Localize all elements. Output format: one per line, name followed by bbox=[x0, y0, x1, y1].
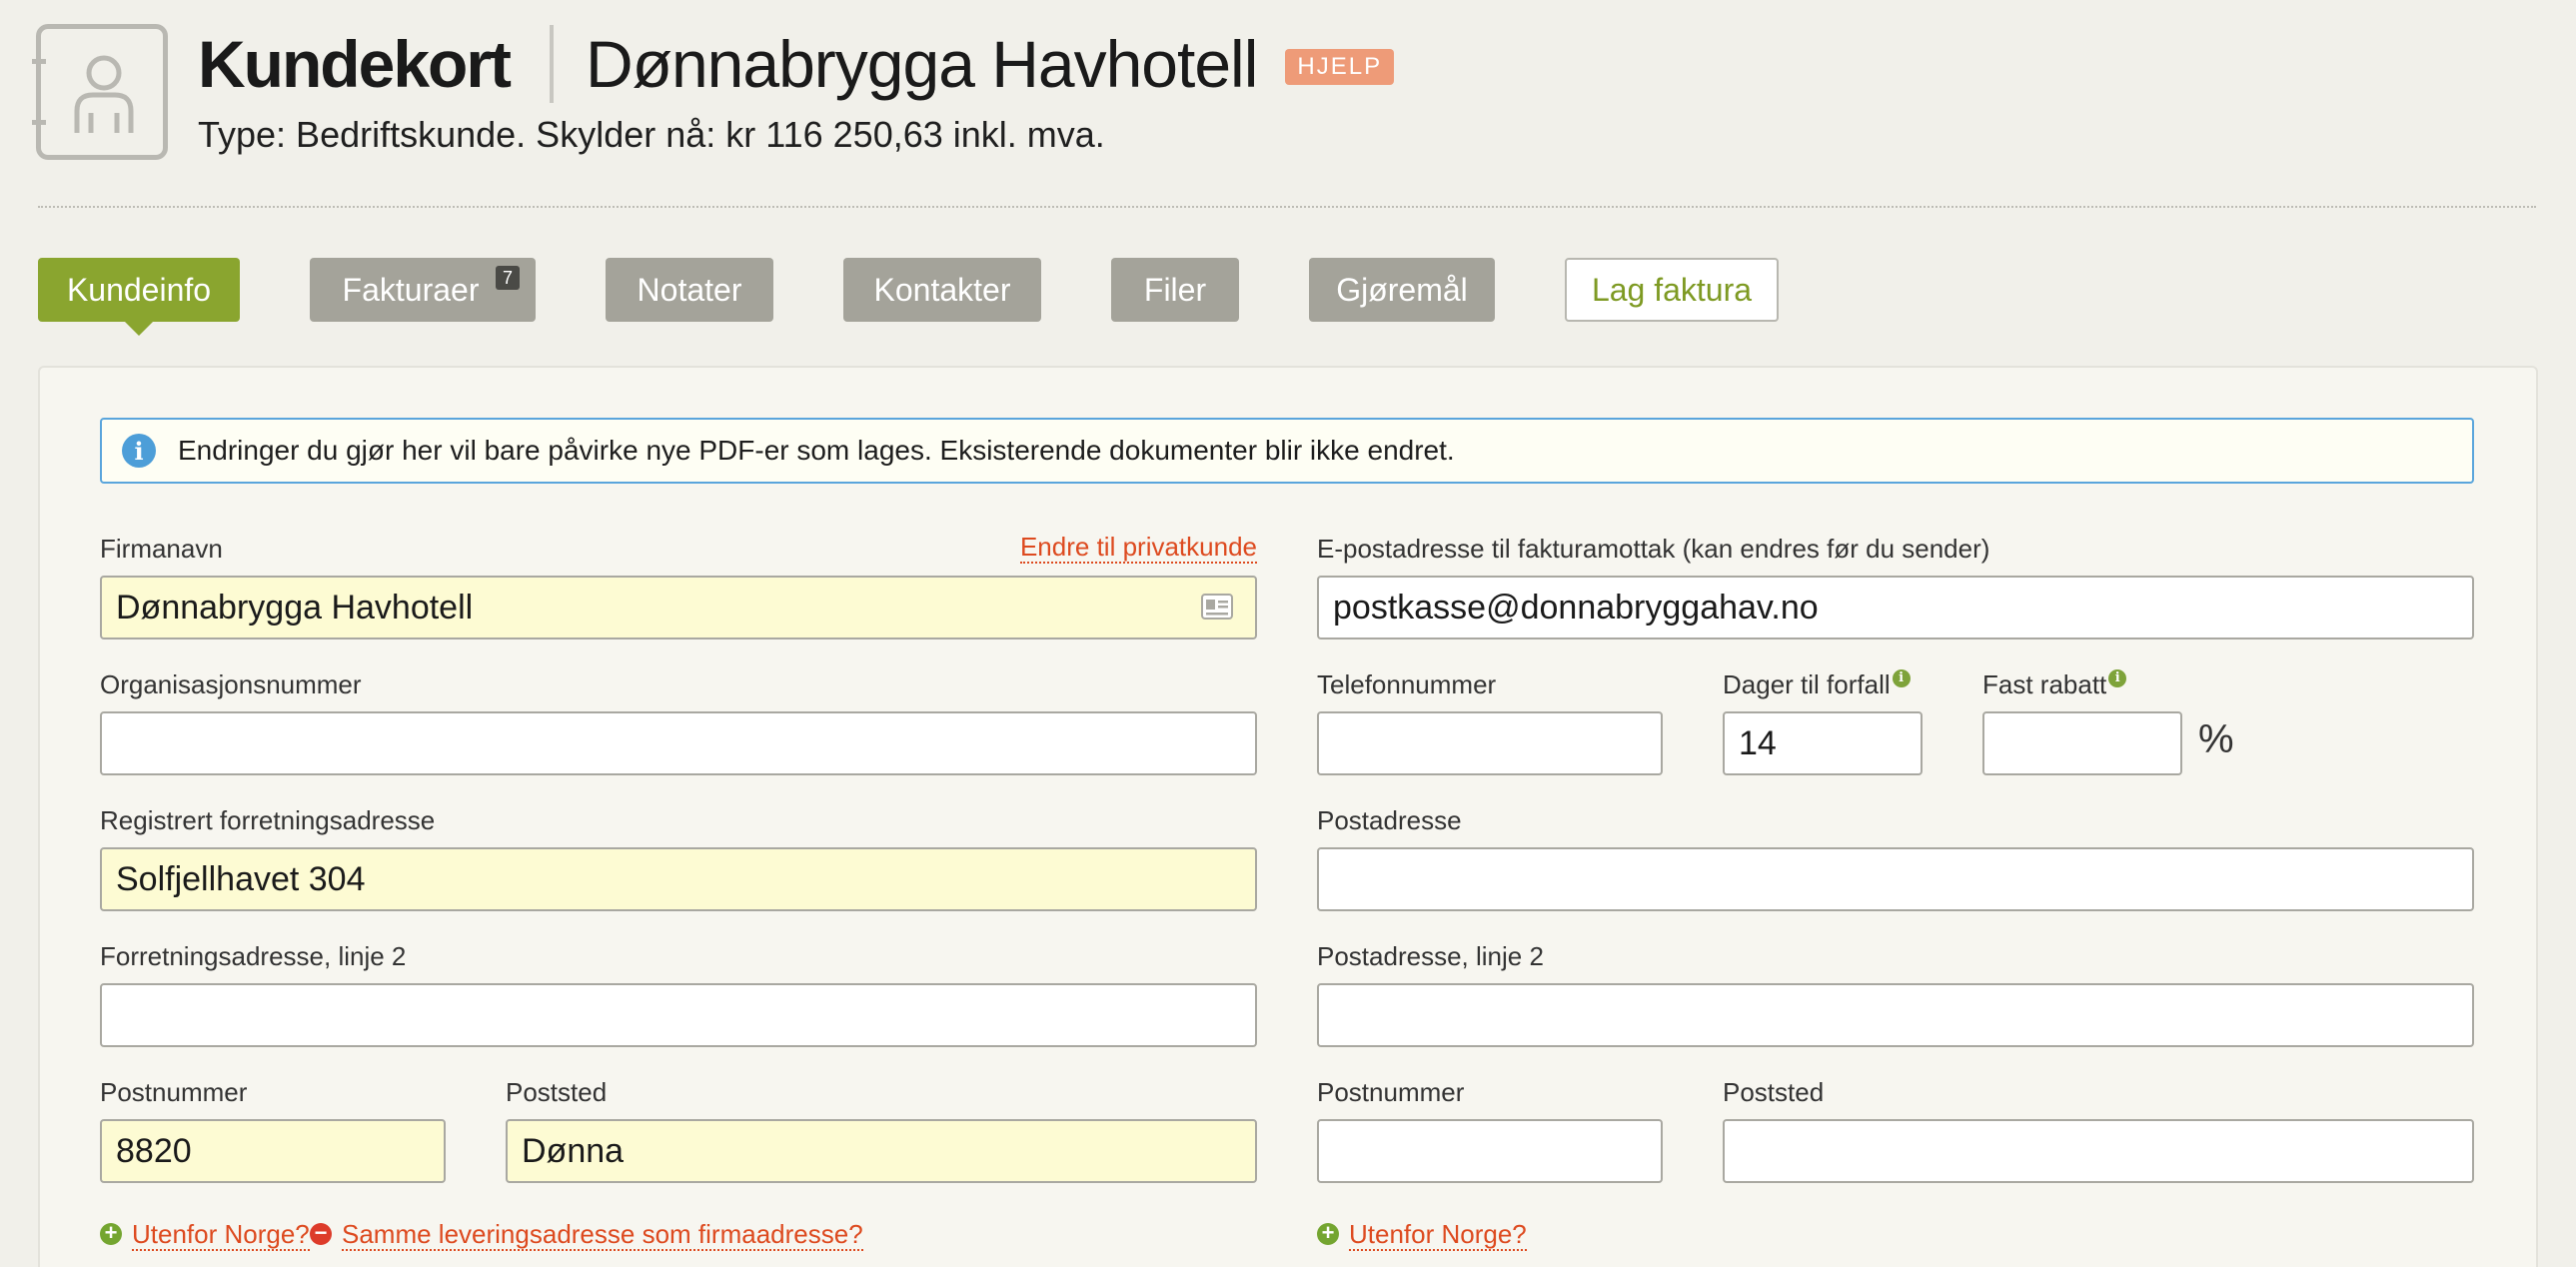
business-city-label: Poststed bbox=[506, 1077, 608, 1107]
tab-label: Notater bbox=[637, 271, 742, 308]
invoice-email-label: E-postadresse til fakturamottak (kan end… bbox=[1317, 534, 1990, 564]
invoice-email-value: postkasse@donnabryggahav.no bbox=[1333, 588, 1819, 627]
fixed-discount-info-icon[interactable]: i bbox=[2108, 669, 2127, 687]
tab-label: Kundeinfo bbox=[66, 271, 212, 308]
org-number-label: Organisasjonsnummer bbox=[100, 669, 362, 699]
same-delivery-address-link[interactable]: Samme leveringsadresse som firmaadresse? bbox=[342, 1219, 863, 1251]
company-name-input[interactable]: Dønnabrygga Havhotell bbox=[100, 576, 1257, 639]
due-days-input[interactable]: 14 bbox=[1723, 711, 1923, 775]
due-days-label-text: Dager til forfall bbox=[1723, 669, 1891, 699]
remove-circle-icon[interactable]: − bbox=[310, 1222, 332, 1245]
percent-unit: % bbox=[2198, 717, 2234, 761]
customer-avatar-icon bbox=[32, 24, 168, 160]
info-icon: i bbox=[122, 434, 156, 468]
title-separator bbox=[550, 25, 554, 103]
switch-to-private-link[interactable]: Endre til privatkunde bbox=[1019, 532, 1257, 564]
postal-zip-input[interactable] bbox=[1317, 1119, 1663, 1183]
due-days-value: 14 bbox=[1739, 723, 1777, 762]
contact-card-icon[interactable] bbox=[1201, 594, 1233, 620]
postal-address-input[interactable] bbox=[1317, 847, 2474, 911]
invoice-email-input[interactable]: postkasse@donnabryggahav.no bbox=[1317, 576, 2474, 639]
header-title-row: Kundekort Dønnabrygga Havhotell HJELP bbox=[198, 24, 1395, 104]
fixed-discount-label: Fast rabatt i bbox=[1982, 669, 2127, 700]
fixed-discount-input[interactable] bbox=[1982, 711, 2182, 775]
postal-city-label: Poststed bbox=[1723, 1077, 1825, 1107]
add-circle-icon[interactable]: + bbox=[1317, 1222, 1339, 1245]
business-address-label: Registrert forretningsadresse bbox=[100, 805, 436, 835]
tab-label: Lag faktura bbox=[1591, 271, 1753, 308]
postal-address-2-label: Postadresse, linje 2 bbox=[1317, 941, 1544, 971]
tab-filer[interactable]: Filer bbox=[1111, 258, 1239, 322]
help-button[interactable]: HJELP bbox=[1285, 49, 1395, 85]
postal-address-label: Postadresse bbox=[1317, 805, 1462, 835]
tab-notater[interactable]: Notater bbox=[606, 258, 773, 322]
tab-kontakter[interactable]: Kontakter bbox=[843, 258, 1041, 322]
customer-name-heading: Dønnabrygga Havhotell bbox=[586, 27, 1258, 101]
person-icon bbox=[74, 55, 134, 133]
info-message: Endringer du gjør her vil bare påvirke n… bbox=[178, 435, 1455, 466]
postal-city-input[interactable] bbox=[1723, 1119, 2474, 1183]
business-city-value: Dønna bbox=[522, 1131, 625, 1170]
customer-summary: Type: Bedriftskunde. Skylder nå: kr 116 … bbox=[198, 114, 1105, 155]
business-address-2-input[interactable] bbox=[100, 983, 1257, 1047]
tab-fakturaer[interactable]: Fakturaer 7 bbox=[310, 258, 536, 322]
business-address-input[interactable]: Solfjellhavet 304 bbox=[100, 847, 1257, 911]
business-address-2-label: Forretningsadresse, linje 2 bbox=[100, 941, 407, 971]
info-notice: i Endringer du gjør her vil bare påvirke… bbox=[100, 418, 2474, 484]
postal-outside-norway-link[interactable]: Utenfor Norge? bbox=[1349, 1219, 1527, 1251]
business-zip-value: 8820 bbox=[116, 1131, 192, 1170]
outside-norway-link[interactable]: Utenfor Norge? bbox=[132, 1219, 310, 1251]
header-divider bbox=[38, 206, 2536, 208]
due-days-info-icon[interactable]: i bbox=[1892, 669, 1911, 687]
tab-gjoremal[interactable]: Gjøremål bbox=[1309, 258, 1495, 322]
company-name-label: Firmanavn bbox=[100, 534, 223, 564]
org-number-input[interactable] bbox=[100, 711, 1257, 775]
business-zip-label: Postnummer bbox=[100, 1077, 248, 1107]
business-city-input[interactable]: Dønna bbox=[506, 1119, 1257, 1183]
tab-label: Kontakter bbox=[873, 271, 1011, 308]
tab-label: Fakturaer bbox=[342, 271, 480, 308]
phone-label: Telefonnummer bbox=[1317, 669, 1497, 699]
phone-input[interactable] bbox=[1317, 711, 1663, 775]
due-days-label: Dager til forfall i bbox=[1723, 669, 1911, 700]
tab-kundeinfo[interactable]: Kundeinfo bbox=[38, 258, 240, 336]
fixed-discount-label-text: Fast rabatt bbox=[1982, 669, 2107, 699]
company-name-value: Dønnabrygga Havhotell bbox=[116, 588, 474, 627]
page-title: Kundekort bbox=[198, 27, 512, 101]
tab-label: Gjøremål bbox=[1336, 271, 1468, 308]
business-address-value: Solfjellhavet 304 bbox=[116, 859, 366, 898]
postal-address-2-input[interactable] bbox=[1317, 983, 2474, 1047]
create-invoice-button[interactable]: Lag faktura bbox=[1565, 258, 1779, 322]
invoice-count-badge: 7 bbox=[496, 266, 520, 290]
business-zip-input[interactable]: 8820 bbox=[100, 1119, 446, 1183]
tab-label: Filer bbox=[1143, 271, 1207, 308]
postal-zip-label: Postnummer bbox=[1317, 1077, 1465, 1107]
add-circle-icon[interactable]: + bbox=[100, 1222, 122, 1245]
